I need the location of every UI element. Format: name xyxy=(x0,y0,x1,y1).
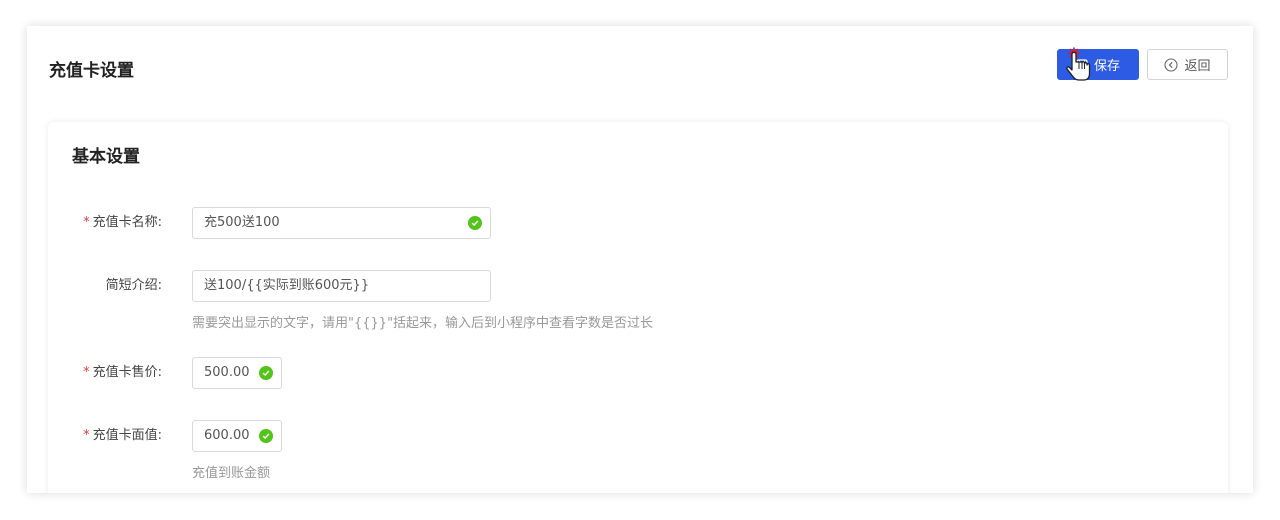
hand-pointer-icon xyxy=(1064,45,1098,89)
intro-input[interactable]: 送100/{{实际到账600元}} xyxy=(192,270,491,302)
price-input[interactable]: 500.00 xyxy=(192,357,282,389)
basic-settings-card: 基本设置 * 充值卡名称: 充500送100 简短介绍: 送100/{{实际到账6… xyxy=(48,122,1228,493)
required-mark: * xyxy=(83,365,90,380)
check-circle-icon xyxy=(259,366,273,380)
required-mark: * xyxy=(83,428,90,443)
page-title: 充值卡设置 xyxy=(49,61,134,81)
settings-panel: 充值卡设置 保存 返回 基本设置 * 充值卡名称: 充500送100 简短介绍:… xyxy=(27,26,1253,493)
face-value-input[interactable]: 600.00 xyxy=(192,420,282,452)
card-name-input[interactable]: 充500送100 xyxy=(192,207,491,239)
section-title: 基本设置 xyxy=(72,147,140,167)
check-circle-icon xyxy=(468,216,482,230)
intro-label: 简短介绍: xyxy=(105,278,162,293)
back-button-label: 返回 xyxy=(1184,59,1211,74)
required-mark: * xyxy=(83,215,90,230)
back-button[interactable]: 返回 xyxy=(1147,49,1228,80)
circle-chevron-left-icon xyxy=(1164,57,1179,72)
price-label: * 充值卡售价: xyxy=(83,365,162,380)
card-name-label: * 充值卡名称: xyxy=(83,215,162,230)
face-value-label: * 充值卡面值: xyxy=(83,428,162,443)
intro-hint: 需要突出显示的文字，请用"{{}}"括起来，输入后到小程序中查看字数是否过长 xyxy=(192,316,654,331)
face-value-hint: 充值到账金额 xyxy=(192,466,271,481)
check-circle-icon xyxy=(259,429,273,443)
